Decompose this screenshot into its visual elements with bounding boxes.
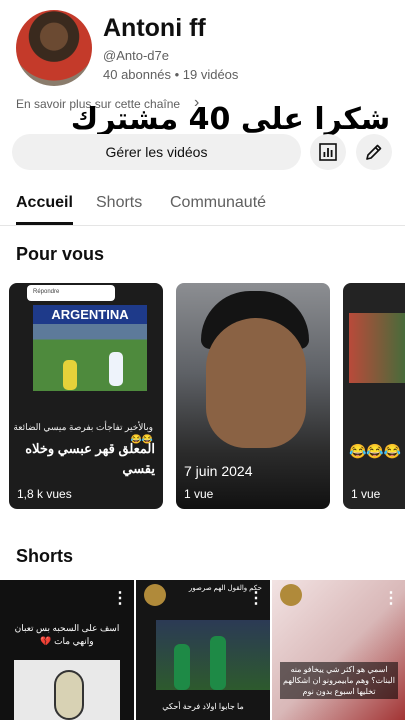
channel-handle: @Anto-d7e bbox=[103, 48, 169, 63]
player-shape bbox=[174, 644, 190, 690]
creator-avatar bbox=[144, 584, 166, 606]
emoji-row: 😂😂😂 bbox=[349, 443, 402, 459]
thanks-overlay-text: شكرا على 40 مشترك bbox=[70, 102, 391, 137]
short-caption: اسف على السحبه بس تعبان وانهي مات 💔 bbox=[14, 623, 120, 646]
short-thumbnail bbox=[14, 660, 120, 720]
thumbnail-face bbox=[206, 318, 306, 448]
view-count: 1 vue bbox=[184, 487, 214, 501]
shorts-section-title: Shorts bbox=[16, 546, 74, 566]
tab-shorts[interactable]: Shorts bbox=[96, 194, 142, 212]
video-card-3[interactable]: 😂😂😂 1 vue bbox=[343, 283, 405, 509]
video-card-2[interactable]: 7 juin 2024 1 vue bbox=[176, 283, 330, 509]
analytics-icon bbox=[319, 143, 337, 161]
tab-home[interactable]: Accueil bbox=[16, 194, 73, 212]
creator-avatar bbox=[280, 584, 302, 606]
more-vert-icon[interactable]: ⋮ bbox=[383, 588, 399, 608]
thumbnail-banner-text: ARGENTINA bbox=[51, 307, 129, 322]
video-card-1[interactable]: Répondre ARGENTINA وبالأخير تفاجأت بفرصة… bbox=[9, 283, 163, 509]
reply-bubble: Répondre bbox=[27, 285, 115, 301]
more-vert-icon[interactable]: ⋮ bbox=[248, 588, 264, 608]
view-count: 1,8 k vues bbox=[17, 487, 72, 501]
subscriber-count: 40 abonnés bbox=[103, 67, 171, 82]
analytics-button[interactable] bbox=[310, 134, 346, 170]
player-shape bbox=[63, 360, 77, 390]
player-shape bbox=[210, 636, 226, 690]
short-caption: اسمي هو اكثر شي ييخافو منه البنات؟ وهم م… bbox=[280, 662, 398, 699]
edit-icon bbox=[366, 144, 382, 160]
channel-stats: 40 abonnés • 19 vidéos bbox=[103, 67, 238, 82]
channel-name: Antoni ff bbox=[103, 14, 206, 42]
manage-videos-button[interactable]: Gérer les vidéos bbox=[12, 134, 301, 170]
video-thumbnail bbox=[349, 313, 405, 383]
video-title: المعلق قهر عبسي وخلاه يقسي bbox=[25, 441, 155, 476]
cartoon-character bbox=[54, 670, 84, 720]
short-card-1[interactable]: ⋮ اسف على السحبه بس تعبان وانهي مات 💔 bbox=[0, 580, 134, 720]
edit-channel-button[interactable] bbox=[356, 134, 392, 170]
more-vert-icon[interactable]: ⋮ bbox=[112, 588, 128, 608]
video-thumbnail: ARGENTINA bbox=[33, 305, 147, 391]
short-bottom-caption: ما جابوا اولاد فرحة أحكي bbox=[162, 702, 244, 711]
channel-tabs: Accueil Shorts Communauté bbox=[0, 186, 405, 226]
for-you-section-title: Pour vous bbox=[16, 244, 105, 264]
active-tab-indicator bbox=[16, 222, 73, 225]
player-shape bbox=[109, 352, 123, 386]
view-count: 1 vue bbox=[351, 487, 381, 501]
channel-avatar[interactable] bbox=[16, 10, 92, 86]
stats-separator: • bbox=[174, 67, 180, 82]
short-card-3[interactable]: ⋮ اسمي هو اكثر شي ييخافو منه البنات؟ وهم… bbox=[272, 580, 405, 720]
tab-community[interactable]: Communauté bbox=[170, 194, 266, 212]
video-count: 19 vidéos bbox=[182, 67, 239, 82]
short-card-2[interactable]: حكم والقول الهم صرصور ⋮ ما جابوا اولاد ف… bbox=[136, 580, 270, 720]
video-title: 7 juin 2024 bbox=[184, 463, 253, 479]
